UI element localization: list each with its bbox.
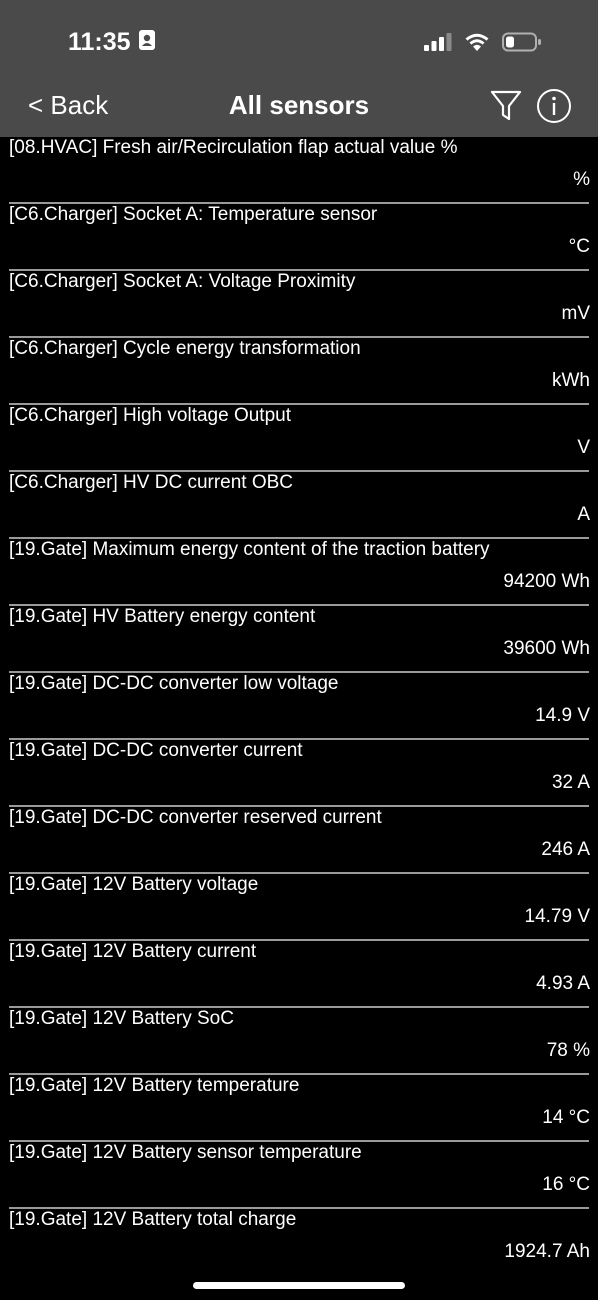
- sensor-label: [19.Gate] HV Battery energy content: [9, 606, 316, 627]
- signal-icon: [424, 33, 452, 56]
- sensor-row[interactable]: [19.Gate] DC-DC converter reserved curre…: [0, 807, 598, 874]
- sensor-value: 1924.7 Ah: [504, 1241, 590, 1257]
- sensor-row[interactable]: [19.Gate] 12V Battery current 4.93 A: [0, 941, 598, 1008]
- sensor-row[interactable]: [19.Gate] 12V Battery temperature 14 °C: [0, 1075, 598, 1142]
- sensor-row[interactable]: [C6.Charger] Cycle energy transformation…: [0, 338, 598, 405]
- sensor-value: 32 A: [551, 772, 590, 793]
- sensor-row[interactable]: [19.Gate] 12V Battery voltage 14.79 V: [0, 874, 598, 941]
- contact-card-icon: [138, 28, 155, 57]
- sensor-row[interactable]: [19.Gate] 12V Battery SoC 78 %: [0, 1008, 598, 1075]
- sensor-row[interactable]: [C6.Charger] HV DC current OBC A: [0, 472, 598, 539]
- sensor-list[interactable]: [08.HVAC] Fresh air/Recirculation flap a…: [0, 137, 598, 1257]
- sensor-row[interactable]: [19.Gate] DC-DC converter current 32 A: [0, 740, 598, 807]
- sensor-value: %: [573, 169, 590, 190]
- sensor-row[interactable]: [19.Gate] Maximum energy content of the …: [0, 539, 598, 606]
- sensor-value: °C: [568, 236, 590, 257]
- sensor-value: kWh: [552, 370, 590, 391]
- battery-icon: [502, 32, 542, 57]
- status-bar-icons: [424, 32, 542, 57]
- sensor-label: [C6.Charger] Socket A: Temperature senso…: [9, 204, 378, 225]
- sensor-label: [19.Gate] DC-DC converter low voltage: [9, 673, 339, 694]
- sensor-label: [19.Gate] 12V Battery SoC: [9, 1008, 234, 1029]
- sensor-label: [19.Gate] DC-DC converter reserved curre…: [9, 807, 382, 828]
- sensor-row[interactable]: [C6.Charger] High voltage Output V: [0, 405, 598, 472]
- home-indicator[interactable]: [193, 1282, 405, 1289]
- sensor-value: 246 A: [541, 839, 590, 860]
- sensor-label: [19.Gate] 12V Battery total charge: [9, 1209, 297, 1230]
- sensor-value: 14.79 V: [524, 906, 591, 927]
- sensor-label: [19.Gate] 12V Battery voltage: [9, 874, 259, 895]
- sensor-row[interactable]: [08.HVAC] Fresh air/Recirculation flap a…: [0, 137, 598, 204]
- sensor-label: [19.Gate] 12V Battery current: [9, 941, 257, 962]
- sensor-value: 94200 Wh: [503, 571, 590, 592]
- sensor-label: [08.HVAC] Fresh air/Recirculation flap a…: [9, 137, 458, 158]
- nav-actions: [490, 88, 572, 129]
- sensor-row[interactable]: [19.Gate] 12V Battery total charge 1924.7…: [0, 1209, 598, 1257]
- info-icon[interactable]: [536, 88, 572, 129]
- sensor-value: 4.93 A: [536, 973, 590, 994]
- sensor-value: 78 %: [546, 1040, 590, 1061]
- filter-icon[interactable]: [490, 89, 522, 128]
- sensor-row[interactable]: [19.Gate] HV Battery energy content 39600…: [0, 606, 598, 673]
- sensor-label: [C6.Charger] High voltage Output: [9, 405, 291, 426]
- sensor-label: [C6.Charger] HV DC current OBC: [9, 472, 294, 493]
- back-button[interactable]: < Back: [28, 90, 108, 121]
- sensor-row[interactable]: [C6.Charger] Socket A: Voltage Proximity…: [0, 271, 598, 338]
- sensor-value: 14.9 V: [535, 705, 590, 726]
- sensor-value: 14 °C: [542, 1107, 590, 1128]
- sensor-label: [19.Gate] 12V Battery sensor temperature: [9, 1142, 362, 1163]
- app-header: 11:35 < Back All sensors: [0, 0, 598, 137]
- status-bar-time: 11:35: [68, 28, 155, 57]
- sensor-value: V: [577, 437, 590, 458]
- clock-text: 11:35: [68, 28, 131, 56]
- sensor-value: 39600 Wh: [503, 638, 590, 659]
- sensor-row[interactable]: [19.Gate] 12V Battery sensor temperature…: [0, 1142, 598, 1209]
- sensor-value: 16 °C: [542, 1174, 590, 1195]
- sensor-label: [19.Gate] 12V Battery temperature: [9, 1075, 300, 1096]
- wifi-icon: [464, 32, 490, 57]
- sensor-label: [C6.Charger] Socket A: Voltage Proximity: [9, 271, 356, 292]
- sensor-label: [C6.Charger] Cycle energy transformation: [9, 338, 361, 359]
- sensor-row[interactable]: [C6.Charger] Socket A: Temperature senso…: [0, 204, 598, 271]
- sensor-row[interactable]: [19.Gate] DC-DC converter low voltage 14.…: [0, 673, 598, 740]
- sensor-label: [19.Gate] DC-DC converter current: [9, 740, 303, 761]
- sensor-label: [19.Gate] Maximum energy content of the …: [9, 539, 490, 560]
- sensor-value: A: [577, 504, 590, 525]
- sensor-value: mV: [561, 303, 591, 324]
